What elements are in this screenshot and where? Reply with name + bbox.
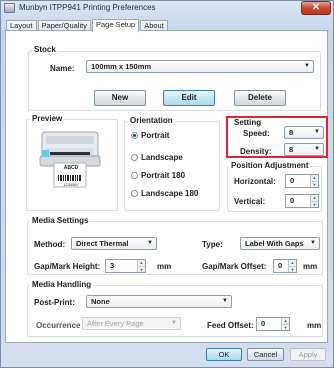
radio-portrait-180[interactable]	[131, 172, 138, 179]
setting-group-title: Setting	[232, 118, 264, 127]
spin-down-icon[interactable]: ▼	[311, 201, 318, 207]
apply-button[interactable]: Apply	[290, 348, 326, 361]
spin-down-icon[interactable]: ▼	[311, 181, 318, 187]
chevron-down-icon: ▼	[222, 298, 228, 304]
radio-portrait-label[interactable]: Portrait	[141, 131, 169, 140]
density-value: 8	[289, 145, 294, 154]
orientation-group-title: Orientation	[128, 116, 175, 125]
delete-button[interactable]: Delete	[234, 90, 286, 106]
vertical-input[interactable]: 0 ▲ ▼	[285, 194, 319, 208]
chevron-down-icon: ▼	[310, 240, 316, 246]
printer-preview-image	[36, 128, 106, 190]
radio-landscape-label[interactable]: Landscape	[141, 153, 183, 162]
chevron-down-icon: ▼	[314, 146, 320, 152]
chevron-down-icon: ▼	[171, 320, 177, 326]
chevron-down-icon: ▼	[147, 240, 153, 246]
horizontal-input[interactable]: 0 ▲ ▼	[285, 174, 319, 188]
preview-group-title: Preview	[30, 114, 65, 123]
stock-name-select[interactable]: 100mm x 150mm ▼	[86, 60, 314, 73]
gap-height-label: Gap/Mark Height:	[34, 262, 101, 271]
ok-button[interactable]: OK	[206, 348, 242, 361]
radio-landscape[interactable]	[131, 154, 138, 161]
radio-portrait[interactable]	[131, 132, 138, 139]
post-print-value: None	[91, 297, 110, 306]
density-select[interactable]: 8 ▼	[284, 143, 324, 156]
gap-offset-value: 0	[278, 261, 283, 270]
feed-offset-input[interactable]: 0 ▲ ▼	[256, 317, 290, 331]
gap-height-input[interactable]: 3 ▲ ▼	[105, 259, 146, 273]
media-handling-title: Media Handling	[30, 280, 94, 289]
position-adjustment-title: Position Adjustment	[229, 161, 311, 170]
type-label: Type:	[202, 240, 223, 249]
chevron-down-icon: ▼	[304, 63, 310, 69]
speed-value: 8	[289, 128, 294, 137]
speed-select[interactable]: 8 ▼	[284, 126, 324, 139]
stock-name-value: 100mm x 150mm	[91, 62, 152, 71]
spin-down-icon[interactable]: ▼	[289, 266, 296, 272]
gap-offset-label: Gap/Mark Offset:	[202, 262, 267, 271]
feed-offset-value: 0	[261, 319, 266, 328]
tab-page-setup[interactable]: Page Setup	[91, 19, 140, 32]
edit-button[interactable]: Edit	[163, 90, 215, 106]
horizontal-label: Horizontal:	[234, 177, 276, 186]
vertical-spinner[interactable]: ▲ ▼	[310, 195, 318, 207]
stock-group-title: Stock	[32, 45, 58, 54]
post-print-label: Post-Print:	[34, 298, 75, 307]
radio-portrait-180-label[interactable]: Portrait 180	[141, 171, 185, 180]
method-value: Direct Thermal	[76, 239, 129, 248]
occurrence-value: After Every Page	[87, 319, 144, 328]
gap-offset-unit: mm	[303, 262, 318, 271]
preview-label-text: ABCD	[63, 165, 79, 171]
preview-barcode-text: 1234567	[63, 182, 79, 187]
gap-height-spinner[interactable]: ▲ ▼	[137, 260, 145, 272]
spin-down-icon[interactable]: ▼	[282, 324, 289, 330]
horizontal-value: 0	[290, 176, 295, 185]
gap-height-unit: mm	[157, 262, 172, 271]
vertical-value: 0	[290, 196, 295, 205]
close-icon: ✕	[311, 2, 321, 13]
stock-name-label: Name:	[50, 64, 75, 73]
gap-offset-spinner[interactable]: ▲ ▼	[288, 260, 296, 272]
printer-app-icon	[4, 3, 15, 13]
speed-label: Speed:	[243, 129, 270, 138]
occurrence-select[interactable]: After Every Page ▼	[82, 317, 181, 330]
density-label: Density:	[240, 147, 272, 156]
type-select[interactable]: Label With Gaps ▼	[240, 237, 320, 250]
feed-offset-unit: mm	[307, 321, 322, 330]
method-label: Method:	[34, 240, 66, 249]
gap-height-value: 3	[110, 261, 115, 270]
horizontal-spinner[interactable]: ▲ ▼	[310, 175, 318, 187]
window-title: Munbyn ITPP941 Printing Preferences	[19, 3, 156, 12]
cancel-button[interactable]: Cancel	[247, 348, 284, 361]
feed-offset-label: Feed Offset:	[207, 321, 254, 330]
post-print-select[interactable]: None ▼	[86, 295, 232, 308]
new-button[interactable]: New	[94, 90, 146, 106]
type-value: Label With Gaps	[245, 239, 304, 248]
chevron-down-icon: ▼	[314, 129, 320, 135]
vertical-label: Vertical:	[234, 197, 266, 206]
spin-down-icon[interactable]: ▼	[138, 266, 145, 272]
gap-offset-input[interactable]: 0 ▲ ▼	[273, 259, 297, 273]
method-select[interactable]: Direct Thermal ▼	[71, 237, 157, 250]
radio-landscape-180[interactable]	[131, 190, 138, 197]
radio-landscape-180-label[interactable]: Landscape 180	[141, 189, 198, 198]
occurrence-label: Occurrence	[36, 321, 81, 330]
media-settings-title: Media Settings	[30, 216, 91, 225]
close-button[interactable]: ✕	[301, 1, 331, 15]
feed-offset-spinner[interactable]: ▲ ▼	[281, 318, 289, 330]
